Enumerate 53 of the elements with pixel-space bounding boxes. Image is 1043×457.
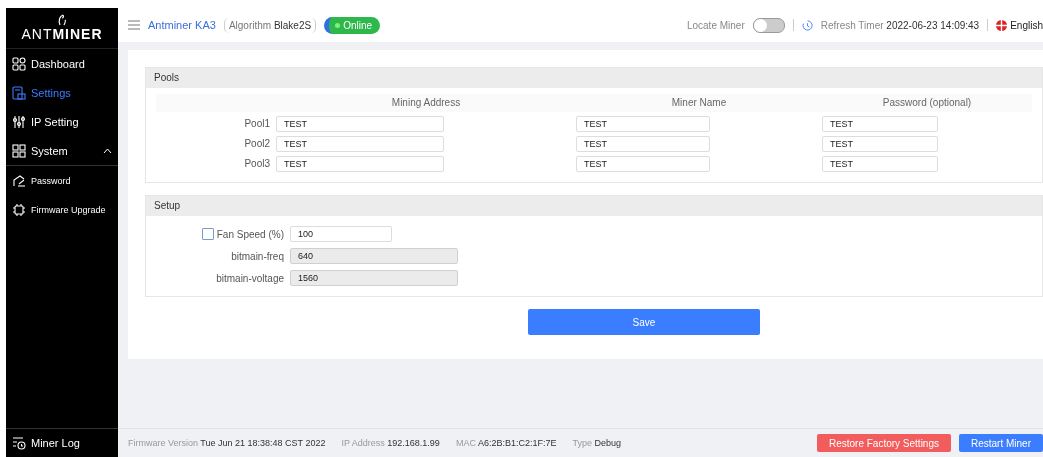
pencil-icon [12,173,26,188]
text-field[interactable]: TEST [576,136,710,152]
sidebar-item[interactable]: Dashboard [6,49,118,78]
field-label: bitmain-voltage [216,272,284,284]
locate-miner-label: Locate Miner [686,19,745,31]
miner-title: Antminer KA3 [148,19,216,31]
field-label: Fan Speed (%) [216,228,284,240]
sliders-icon [12,114,26,129]
status-item: Firmware Version Tue Jun 21 18:38:48 CST 2022 [128,438,326,448]
checkbox[interactable] [201,228,214,240]
menu-icon[interactable] [128,20,140,30]
text-field[interactable]: 100 [290,226,392,242]
column-header: Miner Name [671,97,727,108]
logo-icon [57,14,67,26]
sidebar-item[interactable]: Password [6,166,118,195]
text-field[interactable]: TEST [822,136,938,152]
field-label: bitmain-freq [231,250,284,262]
clock-list-icon [12,436,26,450]
refresh-timer: Refresh Timer 2022-06-23 14:09:43 [820,19,980,31]
grid-icon [12,56,26,71]
chip-icon [12,202,26,217]
pool-label: Pool2 [243,137,271,151]
text-field[interactable]: TEST [276,116,444,132]
status-item: Type Debug [572,438,621,448]
column-header: Mining Address [391,97,461,108]
column-header: Password (optional) [882,97,972,108]
status-item: MAC A6:2B:B1:C2:1F:7E [455,438,557,448]
grid-icon [12,143,26,158]
status-item: IP Address 192.168.1.99 [341,438,440,448]
section-header: Setup [146,196,1042,216]
section-header: Pools [146,68,1042,88]
sidebar-item[interactable]: Firmware Upgrade [6,195,118,224]
language-select[interactable]: English [996,19,1043,31]
sidebar-item[interactable]: IP Setting [6,107,118,136]
text-field[interactable]: TEST [276,136,444,152]
sidebar-item[interactable]: System [6,136,118,165]
sidebar-item[interactable]: Settings [6,78,118,107]
refresh-icon[interactable] [801,19,813,31]
algorithm-tag: Algorithm Blake2S [223,17,317,33]
locate-toggle[interactable] [752,17,785,33]
document-icon [12,85,26,100]
pool-label: Pool1 [243,117,271,131]
brand-logo: ANTMINER [21,26,103,42]
text-field[interactable]: TEST [576,116,710,132]
pool-label: Pool3 [243,157,271,171]
text-field[interactable]: TEST [576,156,710,172]
text-field[interactable]: TEST [276,156,444,172]
save-button[interactable]: Save [528,309,760,335]
status-badge: Online [324,16,381,34]
flag-icon [996,19,1008,31]
text-field[interactable]: TEST [822,116,938,132]
text-field[interactable]: TEST [822,156,938,172]
restart-button[interactable]: Restart Miner [959,434,1043,452]
